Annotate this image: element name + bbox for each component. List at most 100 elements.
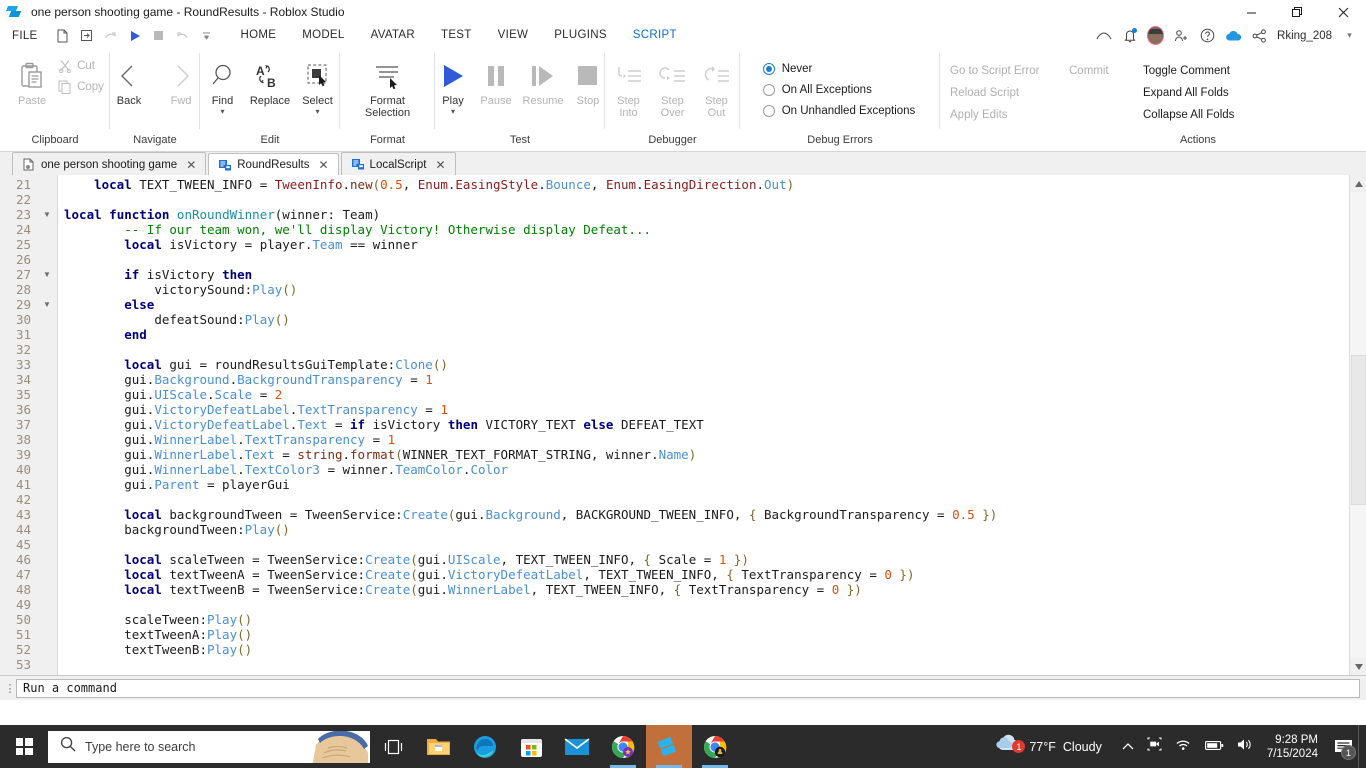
- select-dropdown-icon[interactable]: ▾: [315, 108, 319, 116]
- go-to-script-error-action[interactable]: Go to Script Error: [950, 65, 1055, 77]
- code-line[interactable]: [64, 597, 1349, 612]
- expand-all-folds-action[interactable]: Expand All Folds: [1143, 87, 1229, 99]
- notification-bell-icon[interactable]: [1121, 27, 1138, 44]
- new-file-icon[interactable]: [52, 26, 74, 46]
- share-icon[interactable]: [1251, 27, 1268, 44]
- cloud-icon[interactable]: [1225, 27, 1242, 44]
- command-bar-grip-icon[interactable]: ⋮: [4, 682, 16, 695]
- code-line[interactable]: if isVictory then: [64, 267, 1349, 282]
- username-label[interactable]: Rking_208: [1277, 30, 1332, 42]
- ribbon-tab-home[interactable]: HOME: [228, 24, 290, 47]
- code-line[interactable]: local isVictory = player.Team == winner: [64, 237, 1349, 252]
- replace-button[interactable]: AB Replace: [245, 53, 295, 107]
- task-view-button[interactable]: [370, 725, 416, 768]
- code-line[interactable]: local gui = roundResultsGuiTemplate:Clon…: [64, 357, 1349, 372]
- screen-recording-icon[interactable]: [1147, 737, 1162, 756]
- select-button[interactable]: Select ▾: [295, 53, 340, 116]
- code-line[interactable]: textTweenA:Play(): [64, 627, 1349, 642]
- cloud-outline-icon[interactable]: [1095, 27, 1112, 44]
- code-line[interactable]: local backgroundTween = TweenService:Cre…: [64, 507, 1349, 522]
- notification-center-button[interactable]: 1: [1328, 725, 1358, 768]
- code-line[interactable]: local scaleTween = TweenService:Create(g…: [64, 552, 1349, 567]
- back-button[interactable]: Back: [103, 53, 155, 107]
- maximize-button[interactable]: [1274, 0, 1320, 24]
- collapse-all-folds-action[interactable]: Collapse All Folds: [1143, 109, 1234, 121]
- doc-tab-roundresults-close-icon[interactable]: ✕: [318, 158, 328, 172]
- radio-unhandled-exceptions-icon[interactable]: [762, 105, 775, 117]
- play-icon[interactable]: [124, 26, 146, 46]
- play-dropdown-icon[interactable]: ▾: [451, 108, 455, 116]
- customize-qat-icon[interactable]: [196, 26, 218, 46]
- code-line[interactable]: victorySound:Play(): [64, 282, 1349, 297]
- radio-all-exceptions-icon[interactable]: [762, 84, 775, 96]
- taskbar-app-google-chrome-2[interactable]: [692, 725, 738, 768]
- code-line[interactable]: backgroundTween:Play(): [64, 522, 1349, 537]
- pause-button[interactable]: Pause: [474, 53, 518, 107]
- step-out-button[interactable]: Step Out: [695, 53, 739, 119]
- code-line[interactable]: gui.WinnerLabel.TextTransparency = 1: [64, 432, 1349, 447]
- taskbar-clock[interactable]: 9:28 PM 7/15/2024: [1263, 733, 1328, 761]
- battery-icon[interactable]: [1204, 738, 1224, 756]
- show-desktop-button[interactable]: [1358, 725, 1364, 768]
- ribbon-tab-model[interactable]: MODEL: [289, 24, 357, 47]
- taskbar-search-box[interactable]: Type here to search: [48, 730, 370, 763]
- fold-toggle-icon[interactable]: ▼: [36, 267, 58, 282]
- code-line[interactable]: [64, 492, 1349, 507]
- code-line[interactable]: local function onRoundWinner(winner: Tea…: [64, 207, 1349, 222]
- step-into-button[interactable]: Step Into: [607, 53, 651, 119]
- code-line[interactable]: [64, 537, 1349, 552]
- commit-action[interactable]: Commit: [1069, 65, 1129, 77]
- help-icon[interactable]: [1199, 27, 1216, 44]
- close-button[interactable]: [1320, 0, 1366, 24]
- play-button[interactable]: Play ▾: [432, 53, 474, 116]
- paste-button[interactable]: Paste: [6, 53, 58, 107]
- doc-tab-localscript-close-icon[interactable]: ✕: [435, 158, 445, 172]
- resume-button[interactable]: Resume: [518, 53, 568, 107]
- file-menu-button[interactable]: FILE: [0, 30, 48, 42]
- reload-script-action[interactable]: Reload Script: [950, 87, 1129, 99]
- code-line[interactable]: [64, 342, 1349, 357]
- taskbar-app-mail[interactable]: [554, 725, 600, 768]
- code-line[interactable]: gui.VictoryDefeatLabel.TextTransparency …: [64, 402, 1349, 417]
- code-line[interactable]: [64, 657, 1349, 672]
- wifi-icon[interactable]: [1175, 738, 1192, 756]
- toggle-comment-action[interactable]: Toggle Comment: [1143, 65, 1230, 77]
- doc-tab-localscript[interactable]: LocalScript ✕: [340, 152, 456, 176]
- start-button[interactable]: [0, 725, 48, 768]
- apply-edits-action[interactable]: Apply Edits: [950, 109, 1129, 121]
- minimize-button[interactable]: [1228, 0, 1274, 24]
- find-dropdown-icon[interactable]: ▾: [220, 108, 224, 116]
- copy-button[interactable]: Copy: [58, 80, 104, 94]
- code-line[interactable]: local textTweenA = TweenService:Create(g…: [64, 567, 1349, 582]
- code-line[interactable]: gui.UIScale.Scale = 2: [64, 387, 1349, 402]
- volume-icon[interactable]: [1237, 738, 1253, 756]
- code-line[interactable]: textTweenB:Play(): [64, 642, 1349, 657]
- account-dropdown-icon[interactable]: ▾: [1341, 27, 1358, 44]
- command-input[interactable]: Run a command: [16, 678, 1360, 698]
- stop-button[interactable]: Stop: [568, 53, 608, 107]
- code-line[interactable]: else: [64, 297, 1349, 312]
- code-line[interactable]: -- If our team won, we'll display Victor…: [64, 222, 1349, 237]
- doc-tab-place[interactable]: one person shooting game ✕: [12, 152, 207, 176]
- taskbar-app-microsoft-store[interactable]: [508, 725, 554, 768]
- code-editor[interactable]: 21 22 23 24 25 26 27 28 29 30 31 32 33 34 35 36 37 38 39 40…: [0, 175, 1366, 675]
- doc-tab-roundresults[interactable]: RoundResults ✕: [208, 153, 339, 177]
- fold-toggle-icon[interactable]: ▼: [36, 297, 58, 312]
- code-line[interactable]: gui.WinnerLabel.TextColor3 = winner.Team…: [64, 462, 1349, 477]
- ribbon-tab-view[interactable]: VIEW: [485, 24, 542, 47]
- open-file-icon[interactable]: [76, 26, 98, 46]
- debug-error-option-all-exceptions[interactable]: On All Exceptions: [762, 84, 916, 96]
- code-line[interactable]: [64, 252, 1349, 267]
- ribbon-tab-test[interactable]: TEST: [428, 24, 485, 47]
- debug-error-option-never[interactable]: Never: [762, 63, 916, 75]
- code-line[interactable]: scaleTween:Play(): [64, 612, 1349, 627]
- debug-error-option-unhandled-exceptions[interactable]: On Unhandled Exceptions: [762, 105, 915, 117]
- code-line[interactable]: gui.WinnerLabel.Text = string.format(WIN…: [64, 447, 1349, 462]
- scroll-down-arrow-icon[interactable]: [1350, 658, 1366, 675]
- show-hidden-icons-chevron-icon[interactable]: [1122, 738, 1134, 756]
- fold-toggle-icon[interactable]: ▼: [36, 207, 58, 222]
- code-line[interactable]: defeatSound:Play(): [64, 312, 1349, 327]
- weather-widget[interactable]: 1 77°F Cloudy: [990, 734, 1111, 759]
- scrollbar-thumb[interactable]: [1351, 355, 1366, 505]
- ribbon-tab-plugins[interactable]: PLUGINS: [541, 24, 620, 47]
